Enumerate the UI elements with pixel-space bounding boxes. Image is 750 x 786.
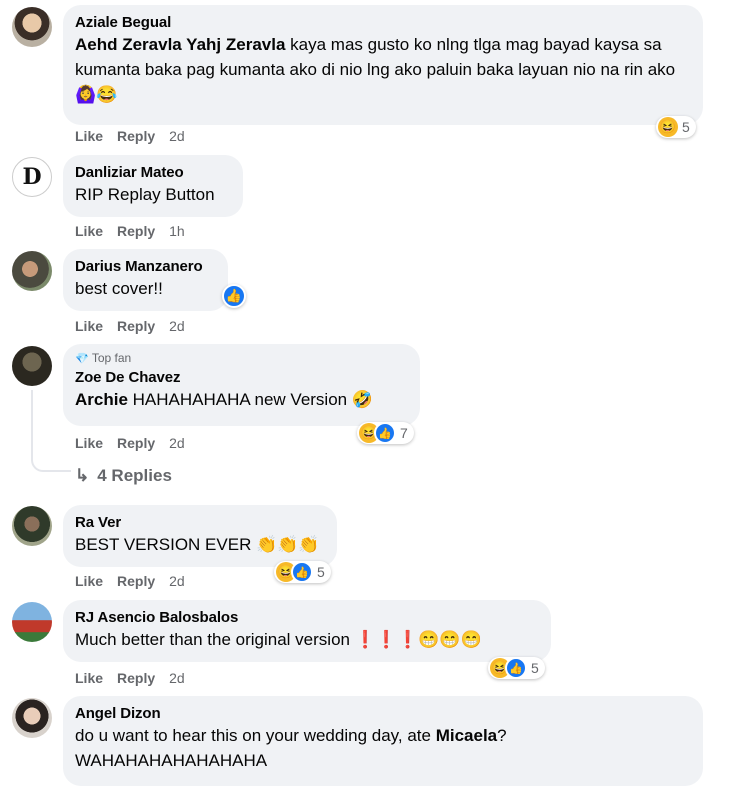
comment-bubble: Aziale Begual Aehd Zeravla Yahj Zeravla … (63, 5, 703, 125)
comment-author[interactable]: Zoe De Chavez (75, 368, 408, 387)
like-button[interactable]: Like (75, 128, 103, 144)
comment-text: Much better than the original version ❗❗… (75, 630, 482, 649)
comment-author[interactable]: Darius Manzanero (75, 257, 216, 276)
like-icon: 👍 (505, 657, 527, 679)
comment-text: best cover!! (75, 279, 163, 298)
comment-bubble: Ra Ver BEST VERSION EVER 👏👏👏 (63, 505, 337, 567)
avatar[interactable] (12, 698, 52, 738)
mention[interactable]: Aehd Zeravla Yahj Zeravla (75, 35, 285, 54)
comment-text-line2: WAHAHAHAHAHAHAHA (75, 751, 268, 770)
comment-author[interactable]: Danliziar Mateo (75, 163, 231, 182)
comment-author[interactable]: RJ Asencio Balosbalos (75, 608, 539, 627)
comment-author[interactable]: Aziale Begual (75, 13, 691, 32)
timestamp[interactable]: 2d (169, 670, 185, 686)
comment-text: RIP Replay Button (75, 185, 215, 204)
like-icon: 👍 (291, 561, 313, 583)
comment-bubble: Danliziar Mateo RIP Replay Button (63, 155, 243, 217)
comment-actions: Like Reply 2d (75, 573, 199, 589)
like-button[interactable]: Like (75, 318, 103, 334)
reply-button[interactable]: Reply (117, 223, 155, 239)
reaction-count: 5 (682, 119, 690, 135)
comment-bubble: 💎 Top fan Zoe De Chavez Archie HAHAHAHAH… (63, 344, 420, 426)
comment-actions: Like Reply 1h (75, 223, 199, 239)
reply-arrow-icon: ↳ (75, 466, 90, 485)
reaction-summary[interactable]: 😆 👍 7 (357, 422, 414, 444)
avatar[interactable] (12, 346, 52, 386)
reply-button[interactable]: Reply (117, 435, 155, 451)
avatar[interactable]: D (12, 157, 52, 197)
avatar[interactable] (12, 7, 52, 47)
timestamp[interactable]: 2d (169, 435, 185, 451)
comment-author[interactable]: Ra Ver (75, 513, 325, 532)
haha-icon: 😆 (658, 117, 678, 137)
comment-bubble: RJ Asencio Balosbalos Much better than t… (63, 600, 551, 662)
d-logo-icon: D (22, 164, 42, 190)
reaction-summary[interactable]: 😆 👍 5 (274, 561, 331, 583)
gem-icon: 💎 (75, 353, 89, 365)
comment-actions: Like Reply 2d (75, 435, 199, 451)
reply-button[interactable]: Reply (117, 670, 155, 686)
comment-actions: Like Reply 2d (75, 670, 199, 686)
timestamp[interactable]: 2d (169, 573, 185, 589)
comment-text: BEST VERSION EVER 👏👏👏 (75, 535, 320, 554)
reaction-count: 5 (317, 564, 325, 580)
like-icon: 👍 (374, 422, 396, 444)
comment-text: Archie HAHAHAHAHA new Version 🤣 (75, 390, 374, 409)
top-fan-badge[interactable]: 💎 Top fan (75, 351, 408, 367)
like-button[interactable]: Like (75, 435, 103, 451)
avatar[interactable] (12, 251, 52, 291)
timestamp[interactable]: 2d (169, 318, 185, 334)
avatar[interactable] (12, 506, 52, 546)
like-button[interactable]: Like (75, 573, 103, 589)
comment-author[interactable]: Angel Dizon (75, 704, 691, 723)
reaction-count: 7 (400, 425, 408, 441)
comment-text: do u want to hear this on your wedding d… (75, 726, 507, 745)
comment-actions: Like Reply 2d (75, 318, 199, 334)
like-button[interactable]: Like (75, 223, 103, 239)
reaction-summary[interactable]: 😆 👍 5 (488, 657, 545, 679)
timestamp[interactable]: 1h (169, 223, 185, 239)
view-replies-link[interactable]: ↳ 4 Replies (75, 466, 172, 486)
avatar[interactable] (12, 602, 52, 642)
mention[interactable]: Micaela (436, 726, 497, 745)
comment-text: Aehd Zeravla Yahj Zeravla kaya mas gusto… (75, 35, 676, 104)
timestamp[interactable]: 2d (169, 128, 185, 144)
like-button[interactable]: Like (75, 670, 103, 686)
reaction-summary[interactable]: 😆 5 (656, 116, 696, 138)
comment-bubble: Darius Manzanero best cover!! (63, 249, 228, 311)
reply-button[interactable]: Reply (117, 128, 155, 144)
like-reaction-icon[interactable]: 👍 (222, 284, 246, 308)
comment-bubble: Angel Dizon do u want to hear this on yo… (63, 696, 703, 786)
reply-button[interactable]: Reply (117, 573, 155, 589)
reaction-count: 5 (531, 660, 539, 676)
comment-actions: Like Reply 2d (75, 128, 199, 144)
reply-button[interactable]: Reply (117, 318, 155, 334)
mention[interactable]: Archie (75, 390, 128, 409)
